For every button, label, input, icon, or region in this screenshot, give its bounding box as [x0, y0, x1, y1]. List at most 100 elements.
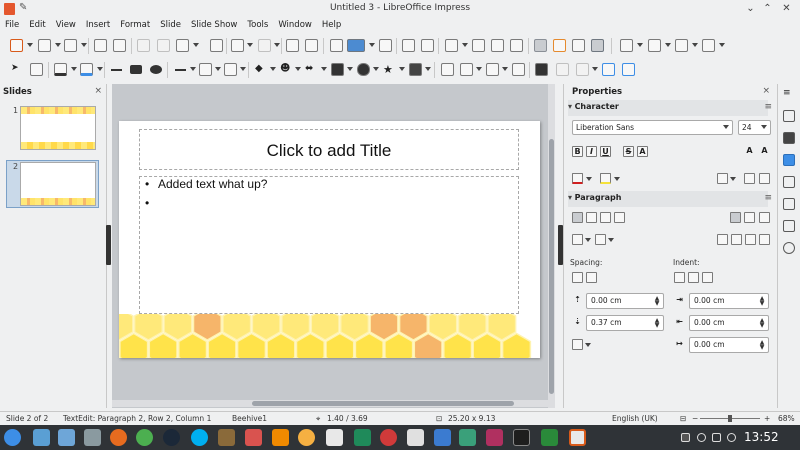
menu-edit[interactable]: Edit: [24, 18, 50, 34]
lines-arrows-dropdown-icon[interactable]: [190, 67, 196, 71]
duplicate-slide-dropdown-icon[interactable]: [665, 43, 671, 47]
media-player-icon[interactable]: [245, 429, 262, 446]
insert-slide-icon[interactable]: [620, 39, 633, 52]
print-icon[interactable]: [113, 39, 126, 52]
indent-decrease-icon[interactable]: [688, 272, 699, 283]
below-spacing-field[interactable]: 0.37 cm ▲ ▼: [586, 315, 664, 331]
zoom-pan-icon[interactable]: [30, 63, 43, 76]
display-views-icon[interactable]: [347, 39, 365, 52]
menu-slide[interactable]: Slide: [155, 18, 186, 34]
symbol-shapes-dropdown-icon[interactable]: [295, 67, 301, 71]
stars-dropdown-icon[interactable]: [399, 67, 405, 71]
content-textbox[interactable]: • Added text what up? •: [139, 176, 519, 314]
language-status[interactable]: English (UK): [612, 414, 658, 423]
callouts-dropdown-icon[interactable]: [373, 67, 379, 71]
clock[interactable]: 13:52: [744, 430, 779, 444]
redo-dropdown-icon[interactable]: [274, 43, 280, 47]
properties-close-button[interactable]: ×: [762, 86, 770, 96]
subscript-icon[interactable]: [759, 173, 770, 184]
tray-monitor-icon[interactable]: [681, 433, 690, 442]
points-icon[interactable]: [602, 63, 615, 76]
delete-slide-icon[interactable]: [675, 39, 688, 52]
paste-icon[interactable]: [176, 39, 189, 52]
before-indent-field[interactable]: 0.00 cm ▲ ▼: [689, 293, 769, 309]
menu-window[interactable]: Window: [273, 18, 317, 34]
character-section-title[interactable]: Character: [568, 102, 619, 111]
increase-spacing-icon[interactable]: [572, 272, 583, 283]
sidebar-settings-icon[interactable]: ≡: [783, 88, 795, 100]
fit-slide-icon[interactable]: ⊟: [680, 414, 686, 423]
select-arrow-icon[interactable]: ➤: [11, 63, 24, 76]
strikethrough-button[interactable]: S: [623, 146, 634, 157]
zoom-slider-knob[interactable]: [728, 415, 732, 422]
navigator-tab-icon[interactable]: [783, 242, 795, 254]
basic-shapes-tool-icon[interactable]: [591, 39, 604, 52]
spin-arrows-icon[interactable]: ▲ ▼: [759, 318, 765, 329]
app-launcher-icon[interactable]: [4, 429, 21, 446]
after-indent-field[interactable]: 0.00 cm ▲ ▼: [689, 315, 769, 331]
menu-view[interactable]: View: [51, 18, 81, 34]
text-editor-icon[interactable]: [407, 429, 424, 446]
font-size-combo[interactable]: 24: [738, 120, 771, 135]
basic-shapes-icon[interactable]: ◆: [255, 63, 268, 76]
document-viewer-icon[interactable]: [326, 429, 343, 446]
ebook-reader-icon[interactable]: [354, 429, 371, 446]
bullets-dropdown-icon[interactable]: [585, 238, 591, 242]
slide-thumbnail-1[interactable]: 1: [6, 106, 99, 154]
align-top-icon[interactable]: [730, 212, 741, 223]
text-box-icon[interactable]: [534, 39, 547, 52]
spin-arrows-icon[interactable]: ▲ ▼: [759, 296, 765, 307]
character-more-options-icon[interactable]: ≡: [764, 102, 772, 112]
block-arrows-icon[interactable]: ⬌: [305, 63, 318, 76]
duplicate-slide-icon[interactable]: [648, 39, 661, 52]
spin-arrows-icon[interactable]: ▲ ▼: [654, 296, 660, 307]
save-icon[interactable]: [64, 39, 77, 52]
start-slideshow-icon[interactable]: [402, 39, 415, 52]
zoom-slider[interactable]: [700, 415, 760, 422]
above-spacing-field[interactable]: 0.00 cm ▲ ▼: [586, 293, 664, 309]
align-center-icon[interactable]: [586, 212, 597, 223]
video-editor-icon[interactable]: [486, 429, 503, 446]
decrease-indent-icon[interactable]: [731, 234, 742, 245]
character-spacing-dropdown-icon[interactable]: [730, 177, 736, 181]
arrange-dropdown-icon[interactable]: [502, 67, 508, 71]
align-bottom-icon[interactable]: [759, 212, 770, 223]
callouts-icon[interactable]: [357, 63, 370, 76]
display-views-dropdown-icon[interactable]: [369, 43, 375, 47]
volume-icon[interactable]: [712, 433, 721, 442]
line-spacing-dropdown-icon[interactable]: [585, 343, 591, 347]
paste-dropdown-icon[interactable]: [193, 43, 199, 47]
filter-icon[interactable]: [576, 63, 589, 76]
find-replace-icon[interactable]: [286, 39, 299, 52]
media-icon[interactable]: [491, 39, 504, 52]
align-objects-icon[interactable]: [460, 63, 473, 76]
special-character-icon[interactable]: [572, 39, 585, 52]
bold-button[interactable]: B: [572, 146, 583, 157]
numbering-dropdown-icon[interactable]: [608, 238, 614, 242]
system-monitor-icon[interactable]: [434, 429, 451, 446]
underline-button[interactable]: U: [600, 146, 611, 157]
firefox-icon[interactable]: [110, 429, 127, 446]
clone-formatting-icon[interactable]: [210, 39, 223, 52]
master-slide-name[interactable]: Beehive1: [232, 414, 267, 423]
file-manager-icon[interactable]: [58, 429, 75, 446]
scrollbar-thumb[interactable]: [252, 401, 514, 406]
shadow-text-button[interactable]: A: [637, 146, 648, 157]
horizontal-scrollbar[interactable]: [112, 400, 548, 407]
redo-icon[interactable]: [258, 39, 271, 52]
vlc-icon[interactable]: [272, 429, 289, 446]
table-dropdown-icon[interactable]: [462, 43, 468, 47]
gnome-mplayer-icon[interactable]: [298, 429, 315, 446]
menu-help[interactable]: Help: [317, 18, 346, 34]
italic-button[interactable]: I: [586, 146, 597, 157]
show-desktop-icon[interactable]: [33, 429, 50, 446]
scrollbar-thumb[interactable]: [549, 139, 554, 394]
font-color-icon[interactable]: [572, 173, 583, 184]
software-center-icon[interactable]: [84, 429, 101, 446]
zoom-level[interactable]: 68%: [778, 414, 795, 423]
crop-icon[interactable]: [556, 63, 569, 76]
gimp-icon[interactable]: [218, 429, 235, 446]
slide-transition-tab-icon[interactable]: [783, 154, 795, 166]
master-slides-tab-icon[interactable]: [783, 132, 795, 144]
grid-icon[interactable]: [330, 39, 343, 52]
